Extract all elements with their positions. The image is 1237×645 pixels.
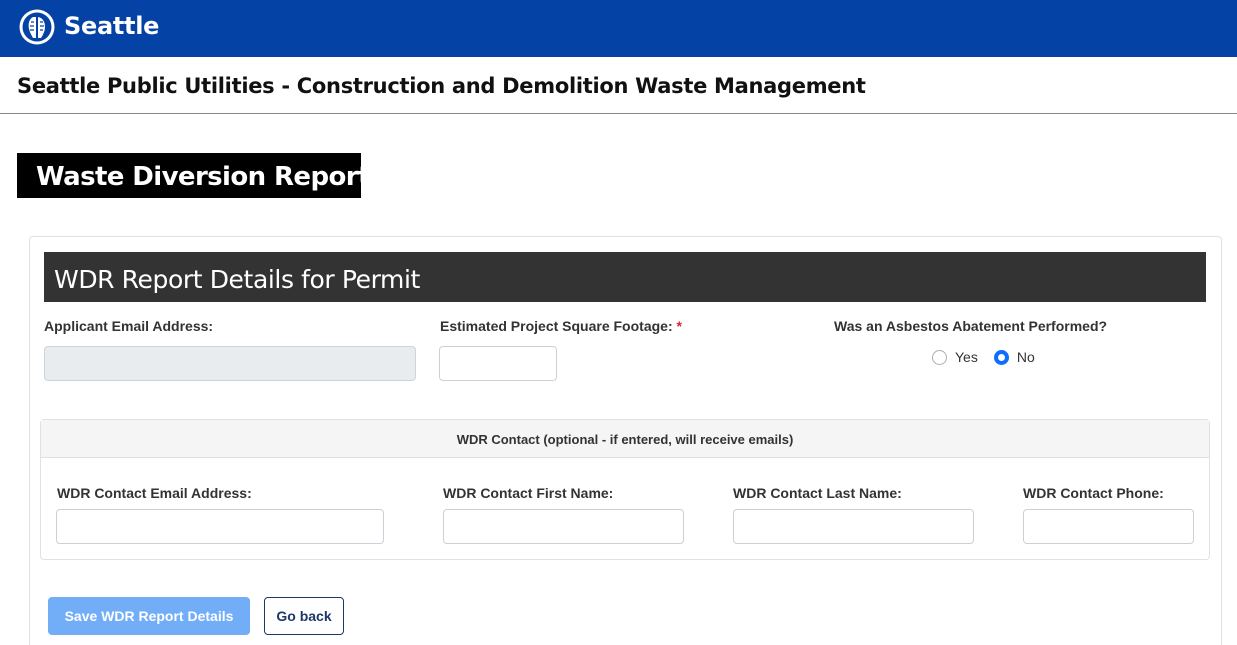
asbestos-yes-label[interactable]: Yes — [955, 349, 978, 365]
contact-first-name-input[interactable] — [443, 509, 684, 544]
applicant-email-label: Applicant Email Address: — [44, 318, 214, 334]
contact-first-name-label: WDR Contact First Name: — [443, 485, 614, 501]
wdr-contact-header: WDR Contact (optional - if entered, will… — [41, 420, 1209, 458]
header-divider — [0, 113, 1237, 114]
contact-last-name-label: WDR Contact Last Name: — [733, 485, 902, 501]
page-title: Waste Diversion Report — [17, 153, 370, 198]
sqft-input[interactable] — [439, 346, 557, 381]
asbestos-no-label[interactable]: No — [1017, 349, 1035, 365]
contact-email-label: WDR Contact Email Address: — [57, 485, 252, 501]
asbestos-label: Was an Asbestos Abatement Performed? — [834, 318, 1108, 334]
save-report-button[interactable]: Save WDR Report Details — [48, 597, 250, 635]
asbestos-radio-group: Yes No — [932, 349, 1051, 365]
brand-name[interactable]: Seattle — [64, 12, 159, 40]
contact-phone-label: WDR Contact Phone: — [1023, 485, 1164, 501]
top-bar: Seattle — [0, 0, 1237, 57]
asbestos-yes-radio[interactable] — [932, 349, 947, 365]
contact-email-input[interactable] — [56, 509, 384, 544]
required-mark: * — [676, 318, 682, 334]
sqft-label: Estimated Project Square Footage: * — [440, 318, 682, 334]
asbestos-no-radio[interactable] — [993, 349, 1009, 365]
go-back-button[interactable]: Go back — [264, 597, 344, 635]
sqft-label-text: Estimated Project Square Footage: — [440, 318, 673, 334]
card-header: WDR Report Details for Permit — [44, 252, 1206, 302]
seattle-seal-icon[interactable] — [18, 8, 56, 46]
applicant-email-field — [44, 346, 416, 381]
site-subtitle: Seattle Public Utilities - Construction … — [17, 74, 866, 98]
contact-phone-input[interactable] — [1023, 509, 1194, 544]
contact-last-name-input[interactable] — [733, 509, 974, 544]
